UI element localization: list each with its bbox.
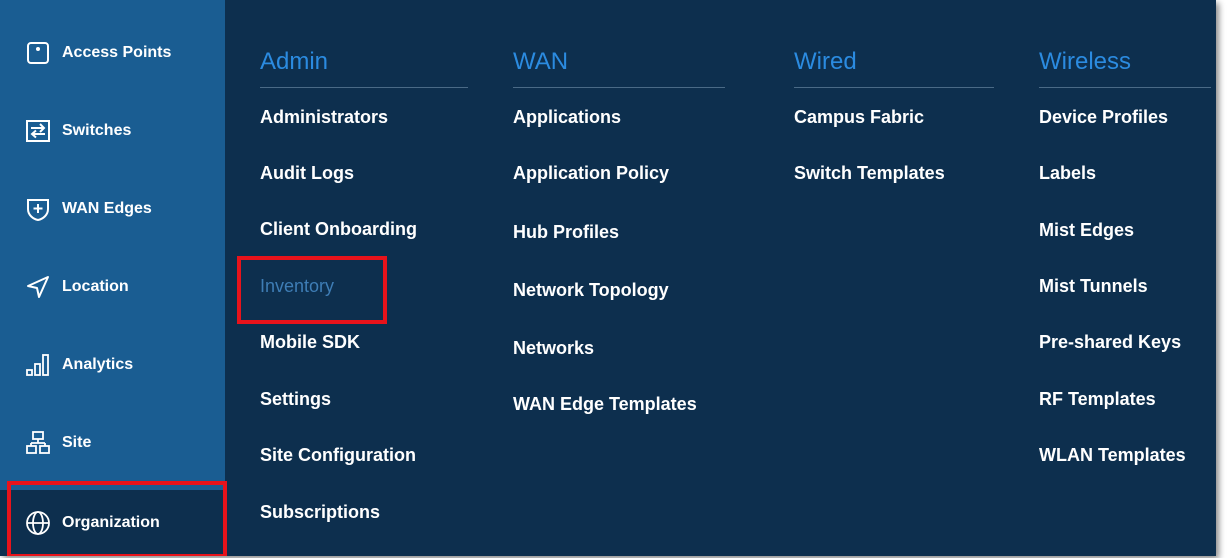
menu-item-device-profiles[interactable]: Device Profiles (1039, 107, 1168, 128)
menu-item-hub-profiles[interactable]: Hub Profiles (513, 222, 619, 243)
organization-menu-panel: Access Points Switches WAN Edges Locatio… (0, 0, 1216, 556)
column-divider (1039, 87, 1211, 88)
menu-item-mist-edges[interactable]: Mist Edges (1039, 220, 1134, 241)
sidebar-item-switches[interactable]: Switches (0, 100, 225, 162)
sidebar-item-label: WAN Edges (62, 200, 152, 217)
menu-item-client-onboarding[interactable]: Client Onboarding (260, 219, 417, 240)
column-divider (794, 87, 994, 88)
menu-item-rf-templates[interactable]: RF Templates (1039, 389, 1156, 410)
switch-icon (24, 117, 52, 145)
menu-item-wan-edge-templates[interactable]: WAN Edge Templates (513, 394, 697, 415)
column-header-wan: WAN (513, 48, 569, 75)
site-icon (24, 429, 52, 457)
menu-item-networks[interactable]: Networks (513, 338, 594, 359)
menu-item-pre-shared-keys[interactable]: Pre-shared Keys (1039, 332, 1181, 353)
menu-item-applications[interactable]: Applications (513, 107, 621, 128)
menu-item-network-topology[interactable]: Network Topology (513, 280, 669, 301)
sidebar-item-organization[interactable]: Organization (0, 490, 225, 556)
column-header-wireless: Wireless (1039, 48, 1132, 75)
wan-edge-icon (24, 195, 52, 223)
menu-item-labels[interactable]: Labels (1039, 163, 1096, 184)
sidebar-item-site[interactable]: Site (0, 412, 225, 474)
sidebar-item-wan-edges[interactable]: WAN Edges (0, 178, 225, 240)
analytics-icon (24, 351, 52, 379)
menu-item-mobile-sdk[interactable]: Mobile SDK (260, 332, 360, 353)
sidebar-item-label: Location (62, 278, 129, 295)
location-icon (24, 273, 52, 301)
sidebar-item-analytics[interactable]: Analytics (0, 334, 225, 396)
column-divider (260, 87, 468, 88)
menu-item-site-configuration[interactable]: Site Configuration (260, 445, 416, 466)
menu-item-wlan-templates[interactable]: WLAN Templates (1039, 445, 1186, 466)
sidebar-item-access-points[interactable]: Access Points (0, 22, 225, 84)
sidebar-item-label: Switches (62, 122, 132, 139)
sidebar-item-location[interactable]: Location (0, 256, 225, 318)
column-header-wired: Wired (794, 48, 857, 75)
globe-icon (24, 509, 52, 537)
menu-item-inventory[interactable]: Inventory (260, 276, 334, 297)
sidebar: Access Points Switches WAN Edges Locatio… (0, 0, 225, 556)
menu-item-mist-tunnels[interactable]: Mist Tunnels (1039, 276, 1148, 297)
menu-item-subscriptions[interactable]: Subscriptions (260, 502, 380, 523)
menu-item-application-policy[interactable]: Application Policy (513, 163, 669, 184)
column-divider (513, 87, 725, 88)
menu-item-campus-fabric[interactable]: Campus Fabric (794, 107, 924, 128)
menu-item-administrators[interactable]: Administrators (260, 107, 388, 128)
column-header-admin: Admin (260, 48, 329, 75)
sidebar-item-label: Access Points (62, 44, 172, 61)
sidebar-item-label: Organization (62, 514, 160, 531)
menu-item-switch-templates[interactable]: Switch Templates (794, 163, 945, 184)
sidebar-item-label: Site (62, 434, 92, 451)
access-point-icon (24, 39, 52, 67)
sidebar-item-label: Analytics (62, 356, 134, 373)
menu-item-settings[interactable]: Settings (260, 389, 331, 410)
menu-item-audit-logs[interactable]: Audit Logs (260, 163, 354, 184)
